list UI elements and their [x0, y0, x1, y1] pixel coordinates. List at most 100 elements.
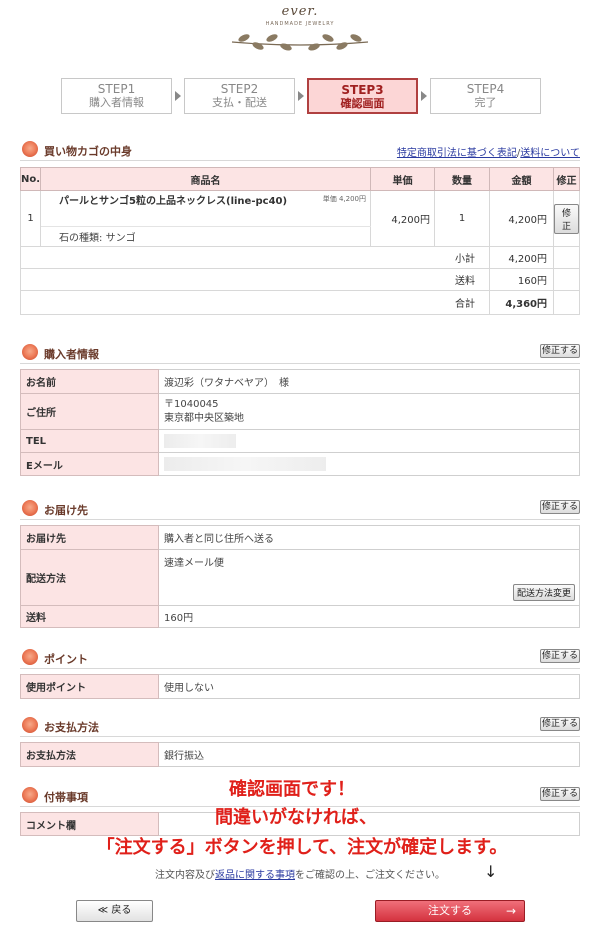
law-link[interactable]: 特定商取引法に基づく表記: [397, 148, 517, 159]
table-row: お支払方法 銀行振込: [20, 742, 580, 767]
step-arrow-icon: [175, 91, 181, 101]
edit-item-button[interactable]: 修正: [554, 203, 579, 234]
step-arrow-icon: [298, 91, 304, 101]
col-price: 単価: [370, 167, 435, 191]
empty-cell: [553, 290, 580, 315]
annotation-line-1: 確認画面です！: [229, 779, 355, 800]
email-label: Eメール: [20, 452, 159, 476]
address-value: 〒1040045 東京都中央区築地: [158, 393, 580, 430]
name-value: 渡辺彩（ワタナベヤア） 様: [158, 369, 580, 394]
step-1: STEP1 購入者情報: [61, 78, 172, 114]
delivery-table: お届け先 購入者と同じ住所へ送る 配送方法 速達メール便 配送方法変更 送料 1…: [20, 525, 580, 628]
total-row: 合計 4,360円: [20, 290, 580, 315]
place-order-button[interactable]: 注文する →: [375, 900, 525, 922]
rose-icon: [22, 649, 38, 665]
change-shipping-method-button[interactable]: 配送方法変更: [512, 584, 575, 601]
edit-delivery-button[interactable]: 修正する: [540, 500, 580, 514]
rose-icon: [22, 717, 38, 733]
tel-label: TEL: [20, 429, 159, 453]
divider: [20, 519, 580, 520]
rose-icon: [22, 500, 38, 516]
col-edit: 修正: [553, 167, 580, 191]
buyer-table: お名前 渡辺彩（ワタナベヤア） 様 ご住所 〒1040045 東京都中央区築地 …: [20, 369, 580, 476]
edit-buyer-button[interactable]: 修正する: [540, 344, 580, 358]
table-row: 1 パールとサンゴ5粒の上品ネックレス(line-pc40) 単価 4,200円…: [19, 190, 580, 247]
use-points-value: 使用しない: [158, 674, 580, 699]
item-price: 4,200円: [370, 190, 435, 247]
shipping-info-link[interactable]: 送料について: [520, 148, 580, 159]
subtotal-row: 小計 4,200円: [20, 246, 580, 269]
step-arrow-icon: [421, 91, 427, 101]
total-value: 4,360円: [489, 290, 554, 315]
annotation-line-2: 間違いがなければ、: [215, 807, 377, 828]
arrow-down-icon: ↓: [484, 862, 498, 881]
delivery-fee-label: 送料: [20, 605, 159, 628]
cart-section-title: 買い物カゴの中身: [44, 145, 132, 158]
address-text: 東京都中央区築地: [164, 412, 244, 424]
divider: [20, 363, 580, 364]
shipping-method-value: 速達メール便: [164, 558, 224, 569]
empty-cell: [553, 268, 580, 291]
rose-icon: [22, 141, 38, 157]
step-3-current: STEP3 確認画面: [307, 78, 418, 114]
delivery-section-title: お届け先: [44, 504, 88, 517]
arrow-right-icon: →: [505, 904, 516, 918]
col-no: No.: [19, 167, 42, 191]
payment-section-title: お支払方法: [44, 721, 99, 734]
item-no: 1: [19, 190, 42, 247]
buyer-section-title: 購入者情報: [44, 348, 99, 361]
payment-method-label: お支払方法: [20, 742, 159, 767]
points-section-title: ポイント: [44, 653, 88, 666]
shipping-value: 160円: [489, 268, 554, 291]
shipping-row: 送料 160円: [20, 268, 580, 291]
subtotal-label: 小計: [20, 246, 490, 269]
step-2: STEP2 支払・配送: [184, 78, 295, 114]
points-table: 使用ポイント 使用しない: [20, 674, 580, 699]
delivery-fee-value: 160円: [158, 605, 580, 628]
empty-cell: [553, 246, 580, 269]
step-4: STEP4 完了: [430, 78, 541, 114]
return-policy-link[interactable]: 返品に関する事項: [215, 870, 295, 881]
subtotal-value: 4,200円: [489, 246, 554, 269]
col-name: 商品名: [40, 167, 371, 191]
rose-icon: [22, 344, 38, 360]
payment-table: お支払方法 銀行振込: [20, 742, 580, 767]
divider: [20, 668, 580, 669]
step-3-title: STEP3: [341, 83, 384, 97]
address-label: ご住所: [20, 393, 159, 430]
shipping-label: 送料: [20, 268, 490, 291]
item-amount: 4,200円: [489, 190, 554, 247]
col-qty: 数量: [434, 167, 490, 191]
confirm-note: 注文内容及び返品に関する事項をご確認の上、ご注文ください。: [0, 866, 600, 881]
table-row: 配送方法 速達メール便 配送方法変更: [20, 549, 580, 606]
table-row: Eメール: [20, 452, 580, 476]
step-2-title: STEP2: [220, 82, 259, 96]
payment-method-value: 銀行振込: [158, 742, 580, 767]
redacted-tel: [164, 434, 236, 448]
total-label: 合計: [20, 290, 490, 315]
table-row: 使用ポイント 使用しない: [20, 674, 580, 699]
logo-text: ever.: [281, 4, 319, 19]
divider: [20, 736, 580, 737]
item-option: 石の種類: サンゴ: [40, 226, 371, 247]
step-4-title: STEP4: [466, 82, 505, 96]
destination-value: 購入者と同じ住所へ送る: [158, 525, 580, 550]
destination-label: お届け先: [20, 525, 159, 550]
step-1-label: 購入者情報: [89, 96, 144, 109]
step-3-label: 確認画面: [340, 97, 385, 110]
leaf-branch-icon: [231, 34, 369, 51]
back-button[interactable]: ≪ 戻る: [76, 900, 153, 922]
edit-payment-button[interactable]: 修正する: [540, 717, 580, 731]
confirm-note-before: 注文内容及び: [155, 870, 215, 881]
cart-table: No. 商品名 単価 数量 金額 修正 1 パールとサンゴ5粒の上品ネックレス(…: [19, 167, 580, 315]
item-unit-price-label: 単価 4,200円: [310, 190, 371, 227]
cart-header-row: No. 商品名 単価 数量 金額 修正: [19, 167, 580, 191]
item-name: パールとサンゴ5粒の上品ネックレス(line-pc40): [40, 190, 311, 227]
step-4-label: 完了: [474, 96, 497, 109]
table-row: TEL: [20, 429, 580, 453]
annotation-line-3: 「注文する」ボタンを押して、注文が確定します。: [96, 837, 508, 858]
header-links: 特定商取引法に基づく表記/送料について: [397, 144, 580, 159]
place-order-label: 注文する: [428, 904, 472, 917]
store-logo[interactable]: ever. HANDMADE JEWELRY: [222, 4, 378, 54]
edit-points-button[interactable]: 修正する: [540, 649, 580, 663]
